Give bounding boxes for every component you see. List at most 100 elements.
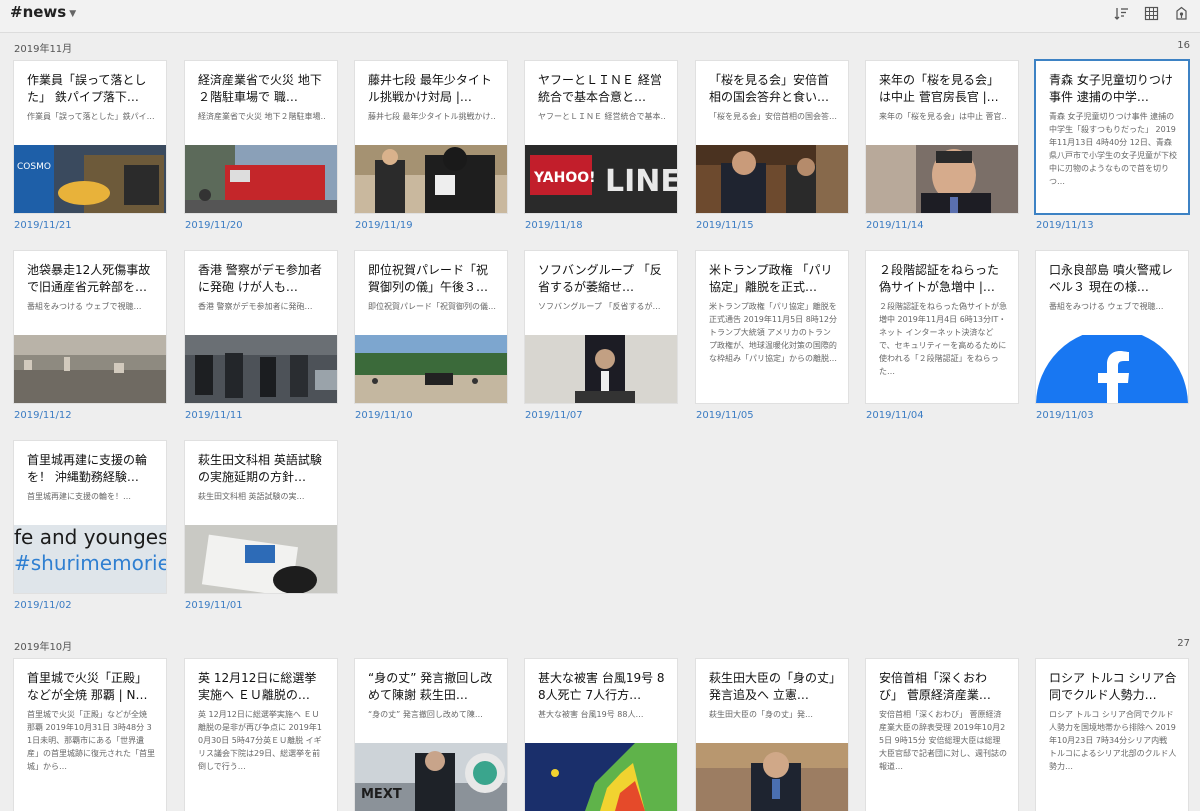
note-card[interactable]: ロシア トルコ シリア合同でクルド人勢力… ロシア トルコ シリア合同でクルド人勢… — [1036, 659, 1188, 811]
share-icon[interactable] — [1172, 4, 1190, 22]
note-snippet: 即位祝賀パレード「祝賀御列の儀… — [368, 302, 496, 311]
note-card[interactable]: 首里城再建に支援の輪を！ 沖縄勤務経験… 首里城再建に支援の輪を！… fe and … — [14, 441, 166, 593]
note-card[interactable]: 萩生田大臣の「身の丈」発言追及へ 立憲… 萩生田大臣の「身の丈」発… — [696, 659, 848, 811]
note-card[interactable]: 青森 女子児童切りつけ事件 逮捕の中学… 青森 女子児童切りつけ事件 逮捕の中学生… — [1036, 61, 1188, 213]
thumbnail-caption: MEXT — [361, 787, 402, 802]
note-card[interactable]: 英 12月12日に総選挙実施へ ＥＵ離脱の… 英 12月12日に総選挙実施へ ＥＵ… — [185, 659, 337, 811]
note-snippet: ソフバングループ 「反省するが… — [538, 302, 661, 311]
note-thumbnail — [185, 145, 337, 213]
note-snippet: 首里城再建に支援の輪を！… — [27, 492, 131, 501]
note-title: 首里城再建に支援の輪を！ 沖縄勤務経験… — [27, 453, 148, 484]
note-card[interactable]: 米トランプ政権 「パリ協定」離脱を正式… 米トランプ政権「パリ協定」離脱を正式通告… — [696, 251, 848, 403]
note-snippet: 「桜を見る会」安倍首相の国会答… — [709, 112, 837, 121]
note-card[interactable]: “身の丈” 発言撤回し改めて陳謝 萩生田… “身の丈” 発言撤回し改めて陳… MEX… — [355, 659, 507, 811]
note-snippet: 米トランプ政権「パリ協定」離脱を正式通告 2019年11月5日 8時12分トラン… — [709, 302, 837, 363]
note-date: 2019/11/12 — [14, 410, 72, 421]
note-title: 安倍首相「深くおわび」 菅原経済産業… — [879, 671, 991, 702]
note-snippet: 萩生田大臣の「身の丈」発… — [709, 710, 813, 719]
note-date: 2019/11/10 — [355, 410, 413, 421]
note-date: 2019/11/01 — [185, 600, 243, 611]
note-card[interactable]: 即位祝賀パレード「祝賀御列の儀」午後３… 即位祝賀パレード「祝賀御列の儀… — [355, 251, 507, 403]
sort-icon[interactable] — [1112, 4, 1130, 22]
note-snippet: 甚大な被害 台風19号 88人… — [538, 710, 644, 719]
note-card[interactable]: 来年の「桜を見る会」は中止 菅官房長官 |… 来年の「桜を見る会」は中止 菅官… — [866, 61, 1018, 213]
svg-text:YAHOO!: YAHOO! — [533, 170, 596, 186]
note-snippet: 藤井七段 最年少タイトル挑戦かけ… — [368, 112, 496, 121]
note-title: ロシア トルコ シリア合同でクルド人勢力… — [1049, 671, 1177, 702]
note-thumbnail — [355, 145, 507, 213]
note-snippet: 香港 警察がデモ参加者に発砲… — [198, 302, 313, 311]
note-card[interactable]: 藤井七段 最年少タイトル挑戦かけ対局 |… 藤井七段 最年少タイトル挑戦かけ… — [355, 61, 507, 213]
note-card[interactable]: ２段階認証をねらった偽サイトが急増中 |… ２段階認証をねらった偽サイトが急増中 … — [866, 251, 1018, 403]
note-card[interactable]: 経済産業省で火災 地下２階駐車場で 職… 経済産業省で火災 地下２階駐車場… — [185, 61, 337, 213]
note-title: 池袋暴走12人死傷事故で旧通産省元幹部を… — [27, 263, 151, 294]
note-card[interactable]: 首里城で火災「正殿」などが全焼 那覇 | N… 首里城で火災「正殿」などが全焼 那… — [14, 659, 166, 811]
note-date: 2019/11/11 — [185, 410, 243, 421]
note-thumbnail — [355, 335, 507, 403]
note-card[interactable]: 口永良部島 噴火警戒レベル３ 現在の様… 番組をみつける ウェブで視聴… — [1036, 251, 1188, 403]
note-thumbnail — [185, 335, 337, 403]
note-card[interactable]: 作業員「誤って落とした」 鉄パイプ落下… 作業員「誤って落とした」鉄パイ… COSM… — [14, 61, 166, 213]
note-snippet: ２段階認証をねらった偽サイトが急増中 2019年11月4日 6時13分IT・ネッ… — [879, 302, 1007, 376]
note-title: ソフバングループ 「反省するが萎縮せ… — [538, 263, 662, 294]
note-title: 藤井七段 最年少タイトル挑戦かけ対局 |… — [368, 73, 492, 104]
note-title: 口永良部島 噴火警戒レベル３ 現在の様… — [1049, 263, 1173, 294]
note-date: 2019/11/18 — [525, 220, 583, 231]
note-card[interactable]: 萩生田文科相 英語試験の実施延期の方針… 萩生田文科相 英語試験の実… — [185, 441, 337, 593]
note-card[interactable]: 池袋暴走12人死傷事故で旧通産省元幹部を… 番組をみつける ウェブで視聴… — [14, 251, 166, 403]
note-card[interactable]: 「桜を見る会」安倍首相の国会答弁と食い… 「桜を見る会」安倍首相の国会答… — [696, 61, 848, 213]
note-date: 2019/11/03 — [1036, 410, 1094, 421]
note-card[interactable]: ヤフーとＬＩＮＥ 経営統合で基本合意と… ヤフーとＬＩＮＥ 経営統合で基本… YAH… — [525, 61, 677, 213]
note-date: 2019/11/05 — [696, 410, 754, 421]
note-snippet: ヤフーとＬＩＮＥ 経営統合で基本… — [538, 112, 666, 121]
note-title: 米トランプ政権 「パリ協定」離脱を正式… — [709, 263, 833, 294]
note-title: 即位祝賀パレード「祝賀御列の儀」午後３… — [368, 263, 489, 294]
svg-text:COSMO: COSMO — [17, 162, 51, 172]
note-snippet: 来年の「桜を見る会」は中止 菅官… — [879, 112, 1007, 121]
note-date: 2019/11/07 — [525, 410, 583, 421]
note-snippet: “身の丈” 発言撤回し改めて陳… — [368, 710, 483, 719]
note-date: 2019/11/15 — [696, 220, 754, 231]
note-title: 甚大な被害 台風19号 88人死亡 7人行方… — [538, 671, 665, 702]
note-card[interactable]: ソフバングループ 「反省するが萎縮せ… ソフバングループ 「反省するが… — [525, 251, 677, 403]
note-snippet: 萩生田文科相 英語試験の実… — [198, 492, 305, 501]
section-label: 2019年11月 — [14, 44, 73, 55]
note-date: 2019/11/04 — [866, 410, 924, 421]
chevron-down-icon: ▼ — [69, 8, 77, 19]
note-card[interactable]: 甚大な被害 台風19号 88人死亡 7人行方… 甚大な被害 台風19号 88人… — [525, 659, 677, 811]
note-title: 作業員「誤って落とした」 鉄パイプ落下… — [27, 73, 147, 104]
note-date: 2019/11/14 — [866, 220, 924, 231]
note-card[interactable]: 香港 警察がデモ参加者に発砲 けが人も… 香港 警察がデモ参加者に発砲… — [185, 251, 337, 403]
note-title: 来年の「桜を見る会」は中止 菅官房長官 |… — [879, 73, 1000, 104]
section-count: 27 — [1177, 638, 1190, 649]
note-date: 2019/11/02 — [14, 600, 72, 611]
view-tools — [1112, 4, 1190, 22]
tag-selector[interactable]: #news ▼ — [10, 3, 76, 21]
note-title: 萩生田大臣の「身の丈」発言追及へ 立憲… — [709, 671, 836, 702]
note-title: 英 12月12日に総選挙実施へ ＥＵ離脱の… — [198, 671, 317, 702]
note-thumbnail — [14, 335, 166, 403]
note-thumbnail: COSMO — [14, 145, 166, 213]
note-thumbnail — [866, 145, 1018, 213]
note-snippet: 首里城で火災「正殿」などが全焼 那覇 2019年10月31日 3時48分 31日… — [27, 710, 155, 771]
note-date: 2019/11/19 — [355, 220, 413, 231]
note-title: 首里城で火災「正殿」などが全焼 那覇 | N… — [27, 671, 148, 702]
note-title: 「桜を見る会」安倍首相の国会答弁と食い… — [709, 73, 830, 104]
note-snippet: 英 12月12日に総選挙実施へ ＥＵ離脱の是非が再び争点に 2019年10月30… — [198, 710, 322, 771]
note-date: 2019/11/13 — [1036, 220, 1094, 231]
note-title: “身の丈” 発言撤回し改めて陳謝 萩生田… — [368, 671, 493, 702]
note-card[interactable]: 安倍首相「深くおわび」 菅原経済産業… 安倍首相「深くおわび」 菅原経済産業大臣の… — [866, 659, 1018, 811]
note-thumbnail — [185, 525, 337, 593]
note-snippet: 青森 女子児童切りつけ事件 逮捕の中学生「殺すつもりだった」 2019年11月1… — [1049, 112, 1177, 186]
note-snippet: 番組をみつける ウェブで視聴… — [1049, 302, 1164, 311]
note-snippet: 番組をみつける ウェブで視聴… — [27, 302, 142, 311]
note-title: ヤフーとＬＩＮＥ 経営統合で基本合意と… — [538, 73, 662, 104]
note-thumbnail: MEXT — [355, 743, 507, 811]
note-thumbnail — [1036, 335, 1188, 403]
grid-view-icon[interactable] — [1142, 4, 1160, 22]
note-snippet: 安倍首相「深くおわび」 菅原経済産業大臣の辞表受理 2019年10月25日 9時… — [879, 710, 1007, 771]
thumbnail-hashtag: #shurimemories — [14, 551, 166, 575]
note-title: ２段階認証をねらった偽サイトが急増中 |… — [879, 263, 1000, 294]
section-label: 2019年10月 — [14, 642, 73, 653]
note-title: 経済産業省で火災 地下２階駐車場で 職… — [198, 73, 322, 104]
